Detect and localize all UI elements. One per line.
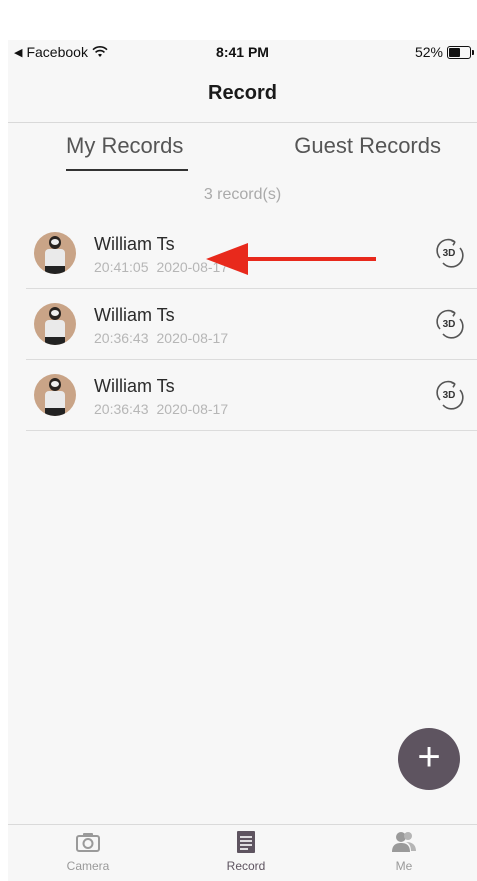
tab-me[interactable]: Me	[354, 831, 454, 873]
record-name: William Ts	[94, 376, 175, 396]
record-name: William Ts	[94, 234, 175, 254]
record-timestamp: 20:36:43 2020-08-17	[94, 401, 236, 417]
tab-me-label: Me	[395, 859, 413, 873]
document-icon	[237, 831, 255, 853]
record-name: William Ts	[94, 305, 175, 325]
record-date: 2020-08-17	[156, 330, 229, 346]
app-screen: ◀ Facebook 8:41 PM 52% Record My Records…	[8, 40, 477, 881]
record-timestamp: 20:36:43 2020-08-17	[94, 330, 236, 346]
status-time: 8:41 PM	[216, 44, 269, 60]
3d-badge: 3D	[443, 248, 456, 259]
navigation-bar: Record	[8, 66, 477, 123]
3d-view-icon[interactable]: 3D	[433, 236, 465, 268]
page-title: Record	[208, 82, 277, 104]
record-tabs: My Records Guest Records	[8, 123, 477, 173]
battery-icon	[447, 45, 474, 59]
tab-record[interactable]: Record	[196, 831, 296, 873]
tab-record-label: Record	[226, 859, 266, 873]
avatar	[34, 303, 76, 345]
bottom-tab-bar: Camera Record Me	[8, 824, 477, 881]
camera-icon	[76, 833, 100, 852]
battery-status: 52%	[414, 44, 474, 60]
tab-camera[interactable]: Camera	[38, 831, 138, 873]
avatar	[34, 374, 76, 416]
tab-guest-records[interactable]: Guest Records	[294, 133, 441, 159]
record-time: 20:41:05	[94, 259, 149, 275]
tab-camera-label: Camera	[66, 859, 110, 873]
annotation-arrow-icon	[206, 243, 376, 275]
3d-badge: 3D	[443, 319, 456, 330]
avatar	[34, 232, 76, 274]
battery-percent: 52%	[414, 44, 443, 60]
list-item[interactable]: William Ts 20:36:43 2020-08-17 3D	[26, 360, 477, 431]
record-time: 20:36:43	[94, 330, 149, 346]
status-bar: ◀ Facebook 8:41 PM 52%	[8, 40, 477, 66]
active-tab-indicator	[66, 169, 188, 171]
add-record-button[interactable]: +	[398, 728, 460, 790]
record-count: 3 record(s)	[203, 186, 282, 203]
record-time: 20:36:43	[94, 401, 149, 417]
3d-view-icon[interactable]: 3D	[433, 378, 465, 410]
tab-my-records[interactable]: My Records	[66, 133, 183, 159]
record-date: 2020-08-17	[156, 401, 229, 417]
3d-badge: 3D	[443, 390, 456, 401]
list-item[interactable]: William Ts 20:36:43 2020-08-17 3D	[26, 289, 477, 360]
people-icon	[392, 832, 416, 852]
3d-view-icon[interactable]: 3D	[433, 307, 465, 339]
